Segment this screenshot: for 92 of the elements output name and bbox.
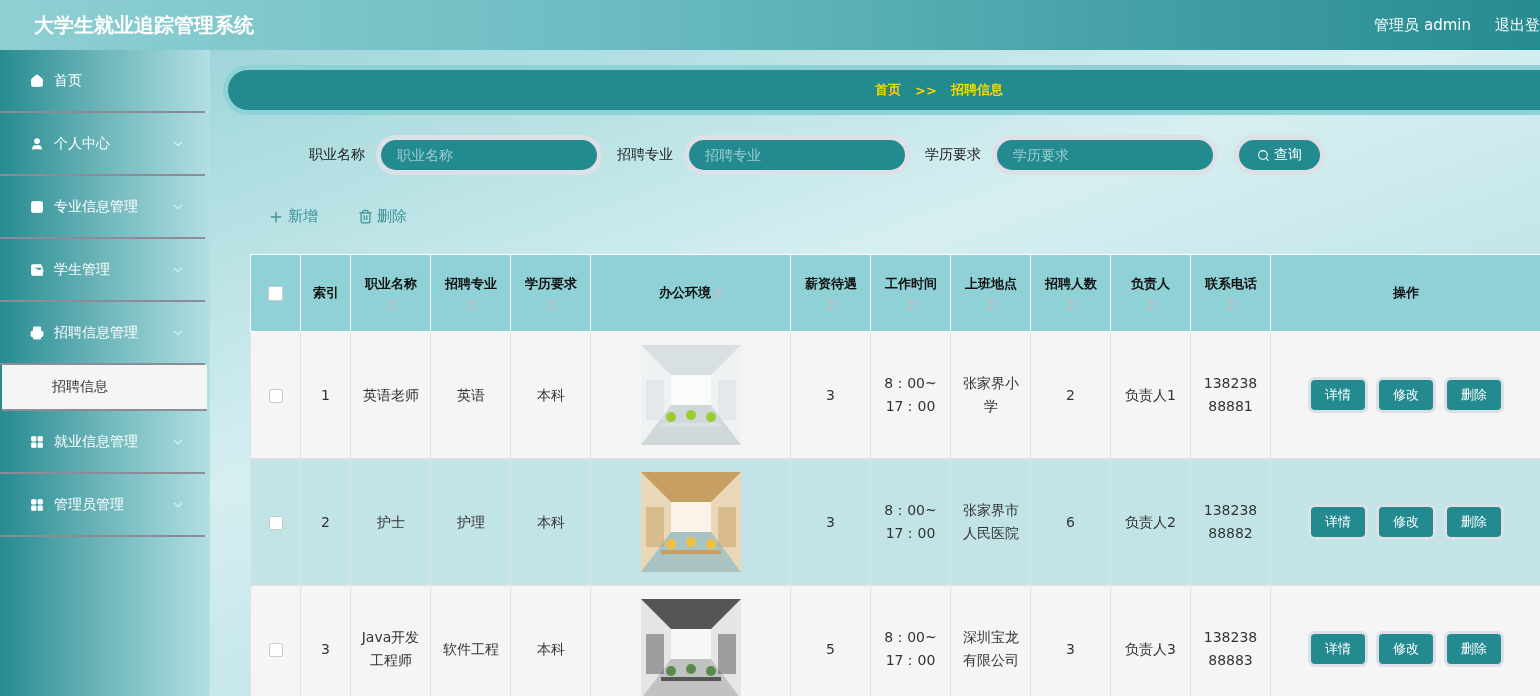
sort-icon[interactable]: [826, 299, 835, 311]
table-cell: 3: [790, 331, 871, 459]
table-cell: 8：00~17：00: [870, 458, 951, 586]
row-action-button[interactable]: 详情: [1310, 380, 1365, 410]
menu-item[interactable]: 专业信息管理: [0, 176, 205, 239]
sort-icon[interactable]: [906, 299, 915, 311]
menu-item[interactable]: 个人中心: [0, 113, 205, 176]
menu-item[interactable]: 管理员管理: [0, 474, 205, 537]
table-cell: 负责人2: [1110, 458, 1191, 586]
add-button[interactable]: 新增: [268, 207, 318, 226]
menu-item[interactable]: 就业信息管理: [0, 411, 205, 474]
table-cell: 13823888883: [1190, 585, 1271, 696]
table-cell: 5: [790, 585, 871, 696]
column-header[interactable]: 联系电话: [1190, 254, 1271, 332]
sort-icon[interactable]: [714, 287, 723, 299]
row-checkbox[interactable]: [268, 388, 283, 403]
table-cell: 3: [1030, 585, 1111, 696]
delete-button[interactable]: 删除: [358, 207, 407, 226]
table-cell: 本科: [510, 585, 591, 696]
table-cell: 张家界小学: [950, 331, 1031, 459]
sort-icon[interactable]: [546, 299, 555, 311]
table-cell: 护士: [350, 458, 431, 586]
column-header[interactable]: 办公环境: [590, 254, 791, 332]
submenu-item[interactable]: 招聘信息: [2, 365, 207, 411]
menu-item[interactable]: 首页: [0, 50, 205, 113]
table-cell: 英语老师: [350, 331, 431, 459]
table-cell: 6: [1030, 458, 1111, 586]
table-cell: 3: [300, 585, 351, 696]
row-action-button[interactable]: 删除: [1446, 380, 1501, 410]
trash-icon: [358, 209, 373, 224]
sort-icon[interactable]: [386, 299, 395, 311]
table-cell: 13823888881: [1190, 331, 1271, 459]
row-checkbox[interactable]: [268, 515, 283, 530]
column-header[interactable]: 职业名称: [350, 254, 431, 332]
app-title: 大学生就业追踪管理系统: [34, 11, 255, 39]
column-header[interactable]: 招聘人数: [1030, 254, 1111, 332]
column-header[interactable]: 学历要求: [510, 254, 591, 332]
user-name: 管理员 admin: [1374, 15, 1471, 35]
table-cell: 13823888882: [1190, 458, 1271, 586]
search-field[interactable]: 职业名称: [380, 140, 597, 170]
search-field[interactable]: 招聘专业: [688, 140, 905, 170]
column-header[interactable]: 上班地点: [950, 254, 1031, 332]
sort-icon[interactable]: [1146, 299, 1155, 311]
field-label: 学历要求: [924, 146, 981, 164]
sort-icon[interactable]: [1066, 299, 1075, 311]
table-cell: 护理: [430, 458, 511, 586]
printer-icon: [30, 325, 44, 340]
row-action-button[interactable]: 修改: [1378, 634, 1433, 664]
breadcrumb-separator: >>: [915, 82, 937, 98]
table-cell: 本科: [510, 331, 591, 459]
home-icon: [30, 73, 44, 88]
column-header[interactable]: 负责人: [1110, 254, 1191, 332]
table-cell: 软件工程: [430, 585, 511, 696]
column-header[interactable]: 招聘专业: [430, 254, 511, 332]
table-cell: 张家界市人民医院: [950, 458, 1031, 586]
row-action-button[interactable]: 删除: [1446, 507, 1501, 537]
field-label: 职业名称: [308, 146, 365, 164]
table-cell: 深圳宝龙有限公司: [950, 585, 1031, 696]
table-cell: 2: [1030, 331, 1111, 459]
breadcrumb-link[interactable]: 首页: [875, 81, 902, 99]
table-cell: 负责人1: [1110, 331, 1191, 459]
user-icon: [30, 136, 44, 151]
column-header[interactable]: 薪资待遇: [790, 254, 871, 332]
row-action-button[interactable]: 详情: [1310, 507, 1365, 537]
row-checkbox[interactable]: [268, 642, 283, 657]
search-icon: [1256, 148, 1270, 162]
breadcrumb-current: 招聘信息: [950, 81, 1003, 99]
sort-icon[interactable]: [1226, 299, 1235, 311]
column-header[interactable]: 索引: [300, 254, 351, 332]
row-action-button[interactable]: 修改: [1378, 380, 1433, 410]
select-all-checkbox[interactable]: [268, 286, 283, 301]
logout-link[interactable]: 退出登: [1495, 15, 1540, 35]
table-cell: 3: [790, 458, 871, 586]
table-cell: 8：00~17：00: [870, 585, 951, 696]
sort-icon[interactable]: [466, 299, 475, 311]
row-action-button[interactable]: 详情: [1310, 634, 1365, 664]
menu-item[interactable]: 学生管理: [0, 239, 205, 302]
table-cell: 1: [300, 331, 351, 459]
field-label: 招聘专业: [616, 146, 673, 164]
table-cell: 2: [300, 458, 351, 586]
row-action-button[interactable]: 修改: [1378, 507, 1433, 537]
sort-icon[interactable]: [986, 299, 995, 311]
column-header[interactable]: 工作时间: [870, 254, 951, 332]
table-cell: Java开发工程师: [350, 585, 431, 696]
column-header[interactable]: 操作: [1270, 254, 1540, 332]
table-cell: 本科: [510, 458, 591, 586]
table-cell: 8：00~17：00: [870, 331, 951, 459]
row-action-button[interactable]: 删除: [1446, 634, 1501, 664]
table-cell: 负责人3: [1110, 585, 1191, 696]
search-field[interactable]: 学历要求: [996, 140, 1213, 170]
table-cell: 英语: [430, 331, 511, 459]
wallet-icon: [30, 262, 44, 277]
